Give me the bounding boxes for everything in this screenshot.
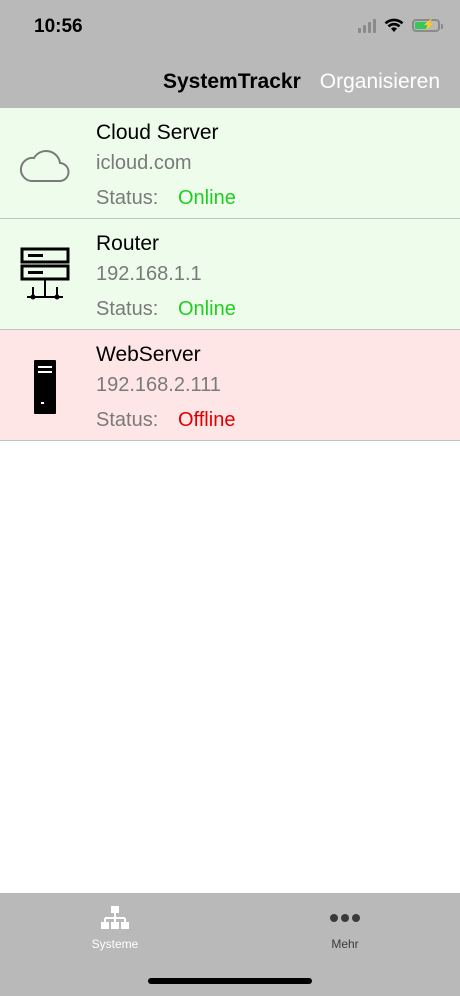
tab-mehr[interactable]: Mehr bbox=[285, 903, 405, 951]
page-title: SystemTrackr bbox=[163, 70, 301, 93]
system-name: Cloud Server bbox=[96, 121, 219, 144]
more-dots-icon bbox=[285, 903, 405, 933]
organize-button[interactable]: Organisieren bbox=[320, 70, 440, 94]
wifi-icon bbox=[384, 18, 404, 32]
system-row-webserver[interactable]: WebServer 192.168.2.111 Status: Offline bbox=[0, 330, 460, 441]
tab-label: Mehr bbox=[331, 937, 359, 951]
status-label: Status: bbox=[96, 409, 159, 431]
system-host: 192.168.1.1 bbox=[96, 263, 202, 285]
status-value: Online bbox=[178, 298, 236, 320]
system-host: icloud.com bbox=[96, 152, 192, 174]
home-indicator[interactable] bbox=[148, 978, 312, 984]
system-host: 192.168.2.111 bbox=[96, 374, 221, 396]
status-label: Status: bbox=[96, 298, 159, 320]
server-tower-icon bbox=[14, 356, 76, 418]
status-time: 10:56 bbox=[34, 16, 83, 37]
navigation-bar: SystemTrackr Organisieren bbox=[0, 56, 460, 108]
tab-label: Systeme bbox=[91, 937, 139, 951]
status-label: Status: bbox=[96, 187, 159, 209]
network-icon bbox=[55, 903, 175, 933]
cellular-signal-icon bbox=[358, 18, 376, 33]
status-icons: ⚡ bbox=[358, 18, 443, 33]
battery-icon: ⚡ bbox=[412, 19, 443, 32]
system-name: WebServer bbox=[96, 343, 201, 366]
status-value: Offline bbox=[178, 409, 236, 431]
cloud-icon bbox=[14, 134, 76, 196]
system-row-cloud-server[interactable]: Cloud Server icloud.com Status: Online bbox=[0, 108, 460, 219]
tab-systeme[interactable]: Systeme bbox=[55, 903, 175, 951]
system-row-router[interactable]: Router 192.168.1.1 Status: Online bbox=[0, 219, 460, 330]
status-value: Online bbox=[178, 187, 236, 209]
router-icon bbox=[14, 245, 76, 307]
systems-list: Cloud Server icloud.com Status: Online R… bbox=[0, 108, 460, 441]
status-bar: 10:56 ⚡ bbox=[0, 0, 460, 56]
system-name: Router bbox=[96, 232, 160, 255]
